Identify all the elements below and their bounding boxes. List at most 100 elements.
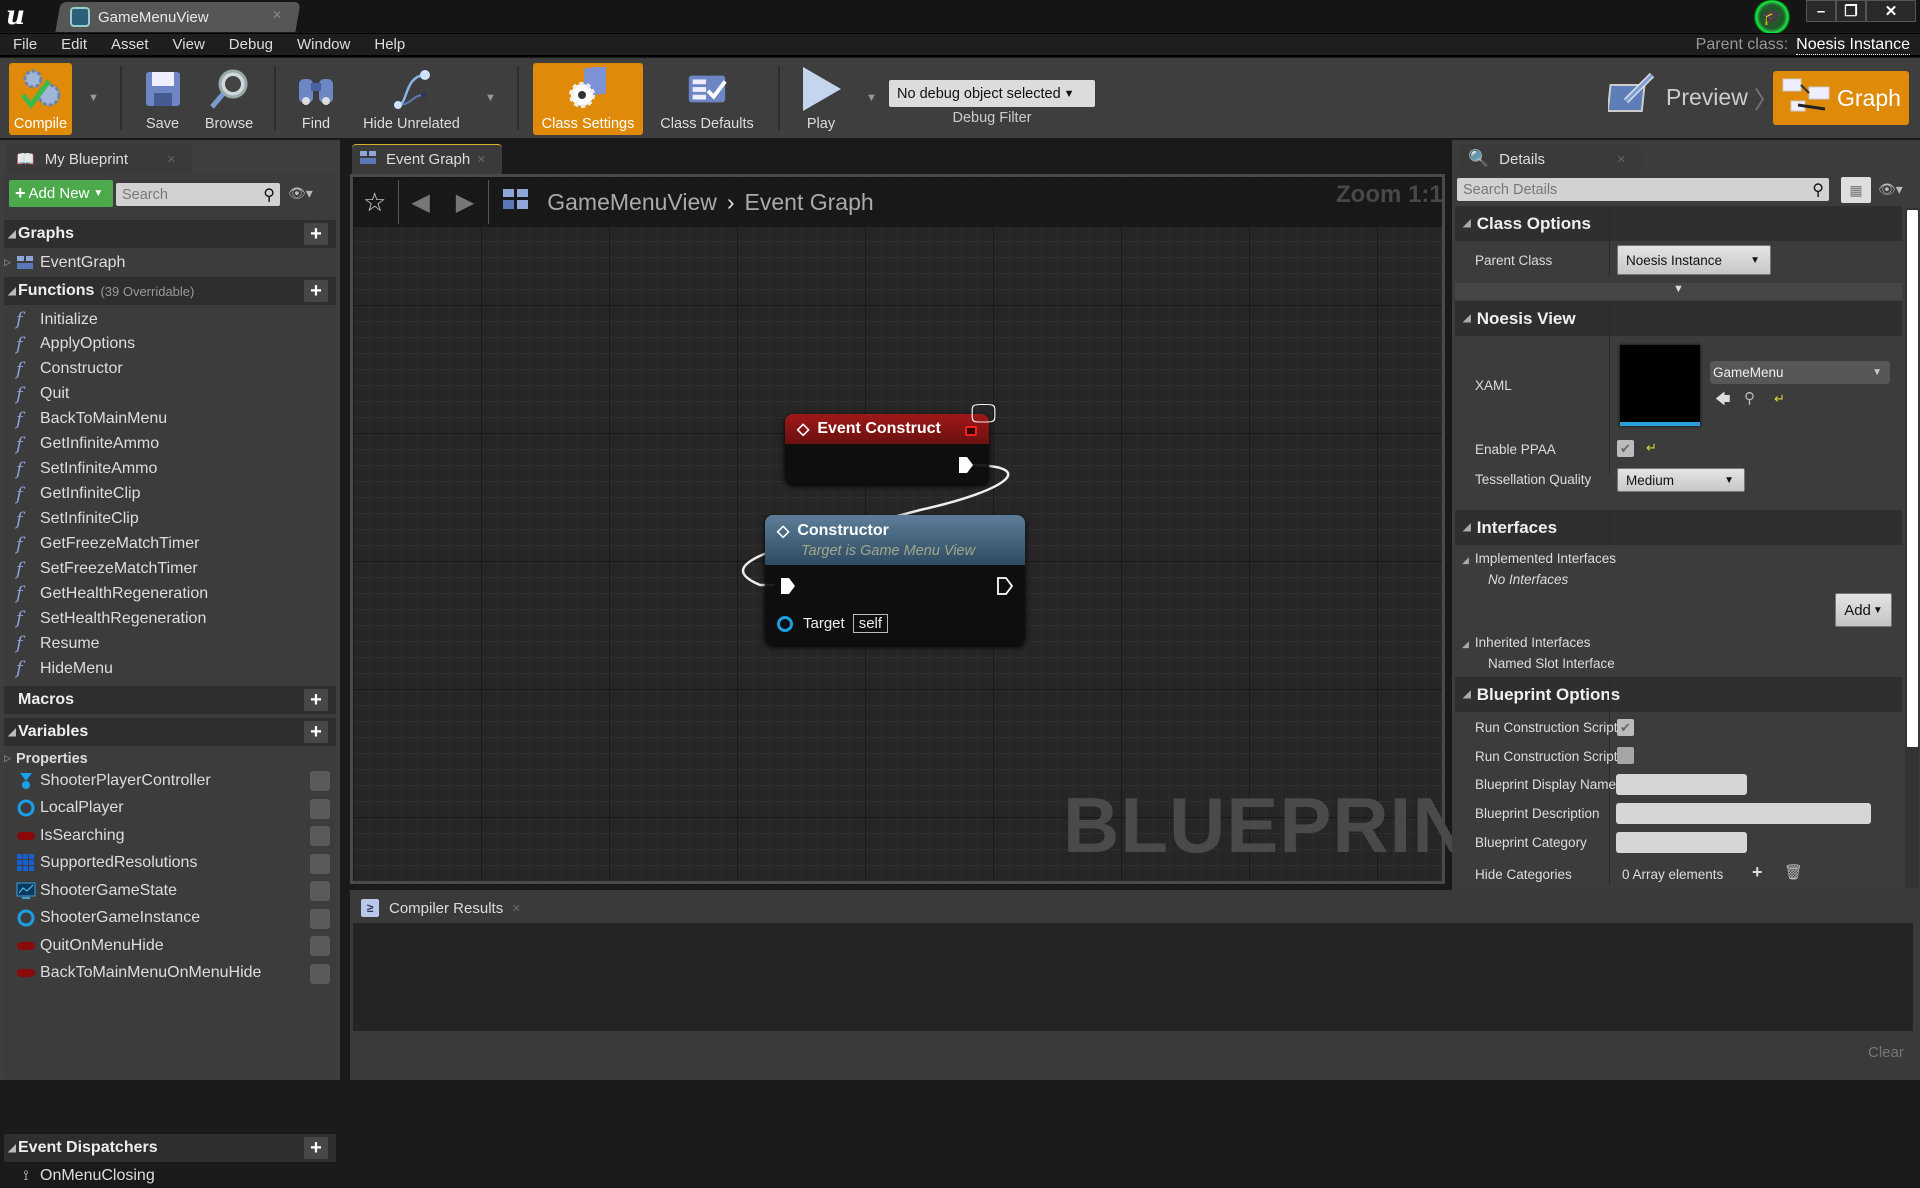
collapse-triangle-icon: ◢	[1463, 522, 1471, 533]
inherited-interface-item: Named Slot Interface	[1488, 656, 1615, 671]
implemented-interfaces-label: Implemented Interfaces	[1474, 551, 1616, 566]
add-interface-label: Add	[1844, 601, 1871, 619]
exec-input-pin[interactable]	[780, 577, 796, 595]
chevron-down-icon: ▼	[1750, 254, 1760, 266]
blueprint-description-input[interactable]	[1616, 803, 1871, 824]
compiler-results-tab[interactable]: ≥ Compiler Results ✕	[353, 893, 537, 923]
constructor-subtitle: Target is Game Menu View	[801, 543, 976, 559]
search-placeholder: Search Details	[1463, 181, 1558, 198]
details-tab[interactable]: 🔍 Details ✕	[1458, 144, 1642, 174]
target-pin-label: Target	[803, 615, 845, 632]
constructor-header: ◇ Constructor Target is Game Menu View	[765, 515, 1025, 565]
view-options-eye-icon[interactable]: 👁▾	[1878, 181, 1903, 198]
inherited-interfaces-group[interactable]: ◢ Inherited Interfaces	[1462, 635, 1591, 650]
run-construction-script-label: Run Construction Script	[1475, 720, 1618, 735]
event-construct-header: ◇ Event Construct	[785, 414, 989, 444]
blueprint-category-label: Blueprint Category	[1475, 835, 1587, 850]
details-scrollbar[interactable]	[1907, 210, 1918, 747]
clear-button[interactable]: Clear	[1868, 1044, 1904, 1061]
xaml-asset-value: GameMenu	[1713, 365, 1784, 380]
details-panel: 🔍 Details ✕ Search Details ⚲ ▦ 👁▾ ◢ Clas…	[1452, 140, 1920, 890]
reset-to-default-icon[interactable]: ↵	[1646, 440, 1657, 456]
interfaces-header[interactable]: ◢ Interfaces	[1455, 510, 1902, 545]
event-construct-title: Event Construct	[817, 420, 941, 437]
enable-ppaa-checkbox[interactable]: ✔	[1617, 440, 1634, 457]
constructor-title: Constructor	[797, 522, 889, 539]
parent-class-label: Parent Class	[1475, 253, 1553, 268]
event-construct-node[interactable]: ◇ Event Construct 🖵	[785, 398, 996, 484]
dispatchers-title: Event Dispatchers	[18, 1139, 158, 1156]
exec-output-pin[interactable]	[958, 456, 974, 474]
collapse-triangle-icon: ◢	[1462, 555, 1469, 565]
chevron-down-icon: ▼	[1872, 604, 1883, 616]
enable-ppaa-label: Enable PPAA	[1475, 442, 1556, 457]
exec-output-pin[interactable]	[997, 577, 1013, 595]
collapse-triangle-icon: ◢	[8, 1142, 16, 1154]
column-divider	[1609, 206, 1610, 276]
constructor-node[interactable]: ◇ Constructor Target is Game Menu View Ta…	[765, 515, 1025, 645]
xaml-label: XAML	[1475, 378, 1512, 393]
advanced-expander[interactable]: ▼	[1455, 283, 1902, 300]
add-element-icon[interactable]: +	[1752, 862, 1763, 883]
add-interface-button[interactable]: Add ▼	[1835, 593, 1892, 627]
info-magnifier-icon: 🔍	[1468, 149, 1490, 168]
tessellation-quality-value: Medium	[1626, 472, 1675, 488]
inherited-interfaces-label: Inherited Interfaces	[1474, 635, 1591, 650]
class-options-header[interactable]: ◢ Class Options	[1455, 206, 1902, 241]
tessellation-quality-label: Tessellation Quality	[1475, 472, 1592, 487]
browse-asset-icon[interactable]: ⚲	[1744, 389, 1755, 407]
column-divider	[1609, 301, 1610, 474]
chevron-down-icon: ▼	[1872, 367, 1882, 378]
close-tab-icon[interactable]: ✕	[1617, 153, 1626, 166]
xaml-asset-picker[interactable]: GameMenu ▼	[1710, 361, 1890, 384]
dispatcher-label: OnMenuClosing	[40, 1166, 155, 1184]
collapse-triangle-icon: ◢	[1462, 639, 1469, 649]
details-tab-label: Details	[1499, 150, 1546, 168]
hide-categories-count: 0 Array elements	[1622, 867, 1724, 882]
tessellation-quality-dropdown[interactable]: Medium ▼	[1617, 468, 1745, 492]
blueprint-display-name-input[interactable]	[1616, 774, 1747, 795]
target-pin-row: Target self	[777, 614, 889, 633]
property-matrix-button[interactable]: ▦	[1841, 177, 1871, 203]
console-icon: ≥	[361, 899, 379, 917]
use-selected-arrow-icon[interactable]: 🡄	[1715, 389, 1731, 414]
event-dispatchers-category[interactable]: ◢ Event Dispatchers +	[4, 1134, 336, 1162]
compiler-results-panel: ≥ Compiler Results ✕ Clear	[350, 890, 1920, 1080]
interfaces-title: Interfaces	[1476, 517, 1558, 537]
details-search-input[interactable]: Search Details ⚲	[1457, 178, 1829, 201]
chevron-down-icon: ▼	[1724, 474, 1734, 486]
target-pin-value: self	[852, 614, 889, 633]
function-diamond-icon: ◇	[777, 523, 790, 540]
blueprint-description-label: Blueprint Description	[1475, 806, 1600, 821]
add-dispatcher-button[interactable]: +	[304, 1137, 328, 1159]
trash-icon[interactable]: 🗑	[1784, 863, 1803, 881]
collapse-triangle-icon: ◢	[1463, 218, 1471, 229]
column-divider	[1609, 510, 1610, 545]
compiler-output	[353, 923, 1913, 1031]
parent-class-dropdown[interactable]: Noesis Instance ▼	[1617, 245, 1771, 275]
compiler-results-label: Compiler Results	[389, 899, 504, 917]
close-tab-icon[interactable]: ✕	[512, 902, 521, 915]
class-options-title: Class Options	[1476, 213, 1592, 233]
event-diamond-icon: ◇	[797, 421, 810, 438]
reset-to-default-icon[interactable]: ↵	[1774, 391, 1785, 407]
collapse-triangle-icon: ◢	[1463, 313, 1471, 324]
run-construction-script-checkbox-2[interactable]	[1617, 747, 1634, 764]
implemented-interfaces-group[interactable]: ◢ Implemented Interfaces	[1462, 551, 1616, 566]
noesis-view-header[interactable]: ◢ Noesis View	[1455, 301, 1902, 336]
hide-categories-label: Hide Categories	[1475, 867, 1572, 882]
dispatcher-item[interactable]: ⟟ OnMenuClosing	[16, 1163, 155, 1188]
object-pin-icon[interactable]	[777, 615, 793, 632]
run-construction-script-checkbox[interactable]: ✔	[1617, 719, 1634, 736]
parent-class-value: Noesis Instance	[1626, 252, 1723, 268]
blueprint-display-name-label: Blueprint Display Name	[1475, 777, 1617, 792]
noesis-view-title: Noesis View	[1476, 308, 1576, 328]
blueprint-options-header[interactable]: ◢ Blueprint Options	[1455, 677, 1902, 712]
no-interfaces-text: No Interfaces	[1488, 572, 1569, 587]
blueprint-category-input[interactable]	[1616, 832, 1747, 853]
search-icon: ⚲	[1812, 181, 1824, 199]
xaml-thumbnail[interactable]	[1620, 345, 1700, 426]
blueprint-options-title: Blueprint Options	[1476, 684, 1621, 704]
dispatcher-icon: ⟟	[23, 1167, 29, 1183]
client-monitor-icon: 🖵	[971, 398, 997, 428]
